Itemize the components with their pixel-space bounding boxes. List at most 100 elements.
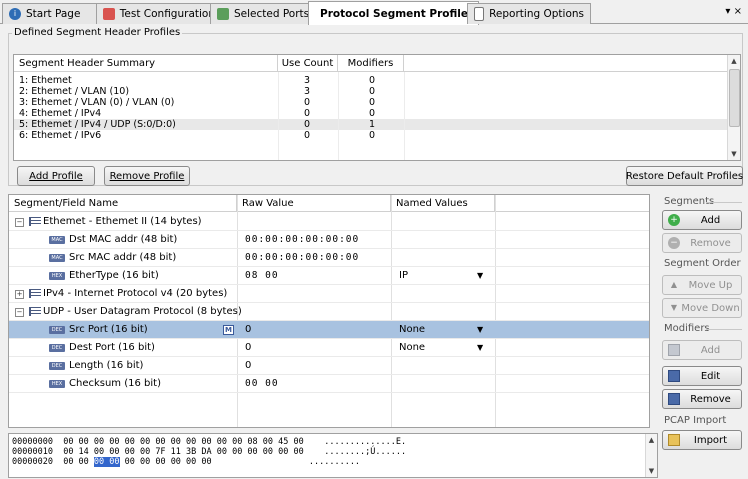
add-profile-button[interactable]: Add Profile [17,166,95,186]
col-header-summary[interactable]: Segment Header Summary [14,55,278,72]
hex-scrollbar[interactable]: ▲ ▼ [645,434,657,477]
mac-field-icon: MAC [49,236,65,244]
scroll-up-arrow-icon[interactable]: ▲ [646,434,657,446]
hex-dump-view[interactable]: 00000000 00 00 00 00 00 00 00 00 00 00 0… [8,433,658,478]
tree-row-field[interactable]: HEX EtherType (16 bit) 08 00 IP ▼ [9,267,649,285]
tree-row-field-selected[interactable]: DEC Src Port (16 bit) M 0 None ▼ [9,321,649,339]
table-row-selected[interactable]: 5: Ethemet / IPv4 / UDP (S:0/D:0) 0 1 [14,119,729,130]
raw-value[interactable]: 0 [245,321,251,339]
dropdown-arrow-icon[interactable]: ▼ [477,321,483,339]
dropdown-arrow-icon[interactable]: ▼ [477,267,483,285]
row-summary: 3: Ethemet / VLAN (0) / VLAN (0) [19,97,175,108]
segment-field-tree[interactable]: Segment/Field Name Raw Value Named Value… [8,194,650,428]
report-icon [474,7,485,21]
table-row[interactable]: 1: Ethemet 3 0 [14,75,729,86]
import-pcap-button[interactable]: Import [662,430,742,450]
raw-value[interactable]: 08 00 [245,267,279,285]
profiles-table[interactable]: Segment Header Summary Use Count Modifie… [13,54,741,161]
table-row[interactable]: 4: Ethemet / IPv4 0 0 [14,108,729,119]
named-value-dropdown[interactable]: IP [399,267,408,285]
tree-row-field[interactable]: MAC Dst MAC addr (48 bit) 00:00:00:00:00… [9,231,649,249]
row-summary: 6: Ethemet / IPv6 [19,130,102,141]
section-divider [706,202,742,203]
row-use-count: 0 [304,108,311,119]
section-divider [706,329,742,330]
segment-order-section-label: Segment Order [664,258,741,269]
tab-overflow-menu[interactable]: ▾ × [725,6,742,17]
move-down-button[interactable]: ▼ Move Down [662,298,742,318]
expand-icon[interactable]: + [15,290,24,299]
modifiers-section-label: Modifiers [664,323,710,334]
dec-field-icon: DEC [49,326,65,334]
scroll-down-arrow-icon[interactable]: ▼ [728,148,740,160]
col-header-use-count[interactable]: Use Count [278,55,338,72]
scroll-thumb[interactable] [729,69,740,127]
hex-bytes[interactable]: 00 14 00 00 00 00 7F 11 3B DA 00 00 00 0… [63,447,304,457]
tab-selected-ports[interactable]: Selected Ports [210,3,320,24]
dropdown-arrow-icon[interactable]: ▼ [477,339,483,357]
table-row[interactable]: 6: Ethemet / IPv6 0 0 [14,130,729,141]
field-name: Src MAC addr (48 bit) [69,252,177,263]
tab-start-page[interactable]: i Start Page [2,3,108,24]
hex-offset: 00000010 [12,447,53,457]
table-row[interactable]: 2: Ethemet / VLAN (10) 3 0 [14,86,729,97]
col-divider [404,72,405,160]
restore-default-profiles-button[interactable]: Restore Default Profiles [626,166,743,186]
raw-value[interactable]: 00:00:00:00:00:00 [245,231,359,249]
col-header-filler [404,55,729,72]
hex-offset: 00000000 [12,437,53,447]
raw-value[interactable]: 00 00 [245,375,279,393]
named-value-dropdown[interactable]: None [399,339,425,357]
row-modifiers: 1 [369,119,376,130]
scroll-down-arrow-icon[interactable]: ▼ [646,465,657,477]
segment-name: UDP - User Datagram Protocol (8 bytes) [43,306,242,317]
hex-bytes[interactable]: 00 00 00 00 00 00 00 00 00 00 00 00 08 0… [63,437,304,447]
remove-segment-button[interactable]: − Remove [662,233,742,253]
add-segment-button[interactable]: + Add [662,210,742,230]
hex-bytes-highlighted[interactable]: 00 00 [93,457,120,467]
tree-row-segment[interactable]: − UDP - User Datagram Protocol (8 bytes) [9,303,649,321]
move-up-button[interactable]: ▲ Move Up [662,275,742,295]
tab-test-configuration[interactable]: Test Configuration [96,3,222,24]
row-summary: 1: Ethemet [19,75,72,86]
tab-protocol-segment-profiles[interactable]: Protocol Segment Profiles [308,1,479,25]
dec-field-icon: DEC [49,362,65,370]
col-header-modifiers[interactable]: Modifiers [338,55,404,72]
add-green-icon: + [668,214,680,226]
tree-row-field[interactable]: DEC Length (16 bit) 0 [9,357,649,375]
segment-icon [29,217,41,226]
add-modifier-button[interactable]: Add [662,340,742,360]
collapse-icon[interactable]: − [15,308,24,317]
field-name: Length (16 bit) [69,360,144,371]
info-icon: i [9,8,21,20]
remove-modifier-button[interactable]: Remove [662,389,742,409]
raw-value[interactable]: 00:00:00:00:00:00 [245,249,359,267]
named-value-dropdown[interactable]: None [399,321,425,339]
raw-value[interactable]: 0 [245,339,251,357]
remove-profile-button[interactable]: Remove Profile [104,166,190,186]
col-divider [338,72,339,160]
tree-row-segment[interactable]: + IPv4 - Internet Protocol v4 (20 bytes) [9,285,649,303]
col-header-named-values[interactable]: Named Values [391,195,495,212]
hex-bytes[interactable]: 00 00 00 00 00 00 [120,457,212,467]
edit-modifier-button[interactable]: Edit [662,366,742,386]
profiles-scrollbar[interactable]: ▲ ▼ [727,55,740,160]
ports-icon [217,8,229,20]
row-modifiers: 0 [369,108,376,119]
hex-ascii: ..............E. [324,437,407,447]
row-modifiers: 0 [369,75,376,86]
tree-row-field[interactable]: MAC Src MAC addr (48 bit) 00:00:00:00:00… [9,249,649,267]
hex-bytes[interactable]: 00 00 [63,457,94,467]
scroll-up-arrow-icon[interactable]: ▲ [728,55,740,67]
row-summary: 5: Ethemet / IPv4 / UDP (S:0/D:0) [19,119,176,130]
tree-row-field[interactable]: DEC Dest Port (16 bit) 0 None ▼ [9,339,649,357]
col-header-field-name[interactable]: Segment/Field Name [9,195,237,212]
raw-value[interactable]: 0 [245,357,251,375]
tab-reporting-options[interactable]: Reporting Options [467,3,591,24]
table-row[interactable]: 3: Ethemet / VLAN (0) / VLAN (0) 0 0 [14,97,729,108]
tree-row-segment[interactable]: − Ethemet - Ethemet II (14 bytes) [9,213,649,231]
tree-row-field[interactable]: HEX Checksum (16 bit) 00 00 [9,375,649,393]
col-header-raw-value[interactable]: Raw Value [237,195,391,212]
collapse-icon[interactable]: − [15,218,24,227]
hex-field-icon: HEX [49,380,65,388]
